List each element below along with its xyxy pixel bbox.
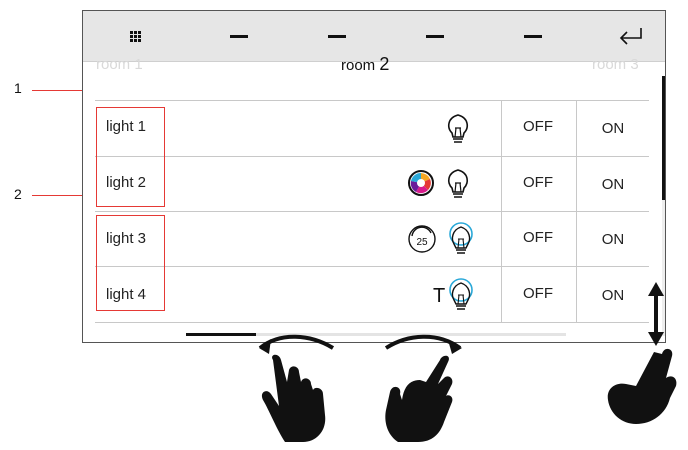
off-button-light-3[interactable]: OFF	[503, 229, 573, 246]
dash-icon	[230, 34, 248, 38]
tab-room-1[interactable]: room 1	[96, 56, 143, 73]
dimmer-icon[interactable]: 25	[407, 224, 437, 254]
grid-icon	[129, 30, 141, 42]
row-label-light-2: light 2	[106, 174, 147, 191]
on-button-light-1[interactable]: ON	[578, 120, 648, 137]
color-wheel-icon[interactable]	[407, 169, 435, 197]
room-prefix: room	[341, 57, 380, 74]
callout-number-2: 2	[14, 186, 22, 202]
tab-room-2[interactable]: room 2	[341, 54, 389, 75]
on-button-light-3[interactable]: ON	[578, 231, 648, 248]
off-button-light-2[interactable]: OFF	[503, 174, 573, 191]
swipe-left-hand-icon	[258, 334, 335, 442]
off-button-light-1[interactable]: OFF	[503, 118, 573, 135]
row-label-light-3: light 3	[106, 230, 147, 247]
row-label-light-1: light 1	[106, 118, 147, 135]
row-label-light-4: light 4	[106, 286, 147, 303]
room-number: 2	[379, 54, 390, 74]
row-divider	[95, 100, 649, 101]
dash-icon	[524, 34, 542, 38]
return-arrow-icon	[619, 28, 642, 45]
back-button[interactable]	[601, 11, 661, 61]
bulb-blue-icon[interactable]	[446, 278, 476, 314]
on-button-light-2[interactable]: ON	[578, 176, 648, 193]
column-divider	[501, 100, 502, 322]
swipe-right-hand-icon	[384, 334, 462, 442]
off-button-light-4[interactable]: OFF	[503, 285, 573, 302]
toolbar-button-4[interactable]	[503, 11, 563, 61]
row-divider	[95, 322, 649, 323]
bulb-icon[interactable]	[446, 167, 470, 201]
temperature-T-icon[interactable]: T	[433, 285, 445, 308]
menu-button[interactable]	[105, 11, 165, 61]
dimmer-value: 25	[416, 237, 428, 248]
swipe-vertical-hand-icon	[607, 282, 677, 424]
toolbar-button-1[interactable]	[209, 11, 269, 61]
row-divider	[95, 266, 649, 267]
tab-room-3[interactable]: room 3	[592, 56, 639, 73]
horizontal-scroll-thumb[interactable]	[186, 333, 256, 336]
dash-icon	[426, 34, 444, 38]
toolbar-button-3[interactable]	[405, 11, 465, 61]
callout-number-1: 1	[14, 80, 22, 96]
bulb-blue-icon[interactable]	[446, 222, 476, 258]
bulb-icon[interactable]	[446, 112, 470, 146]
row-divider	[95, 156, 649, 157]
vertical-scroll-thumb[interactable]	[662, 76, 665, 200]
row-divider	[95, 211, 649, 212]
dash-icon	[328, 34, 346, 38]
column-divider	[576, 100, 577, 322]
